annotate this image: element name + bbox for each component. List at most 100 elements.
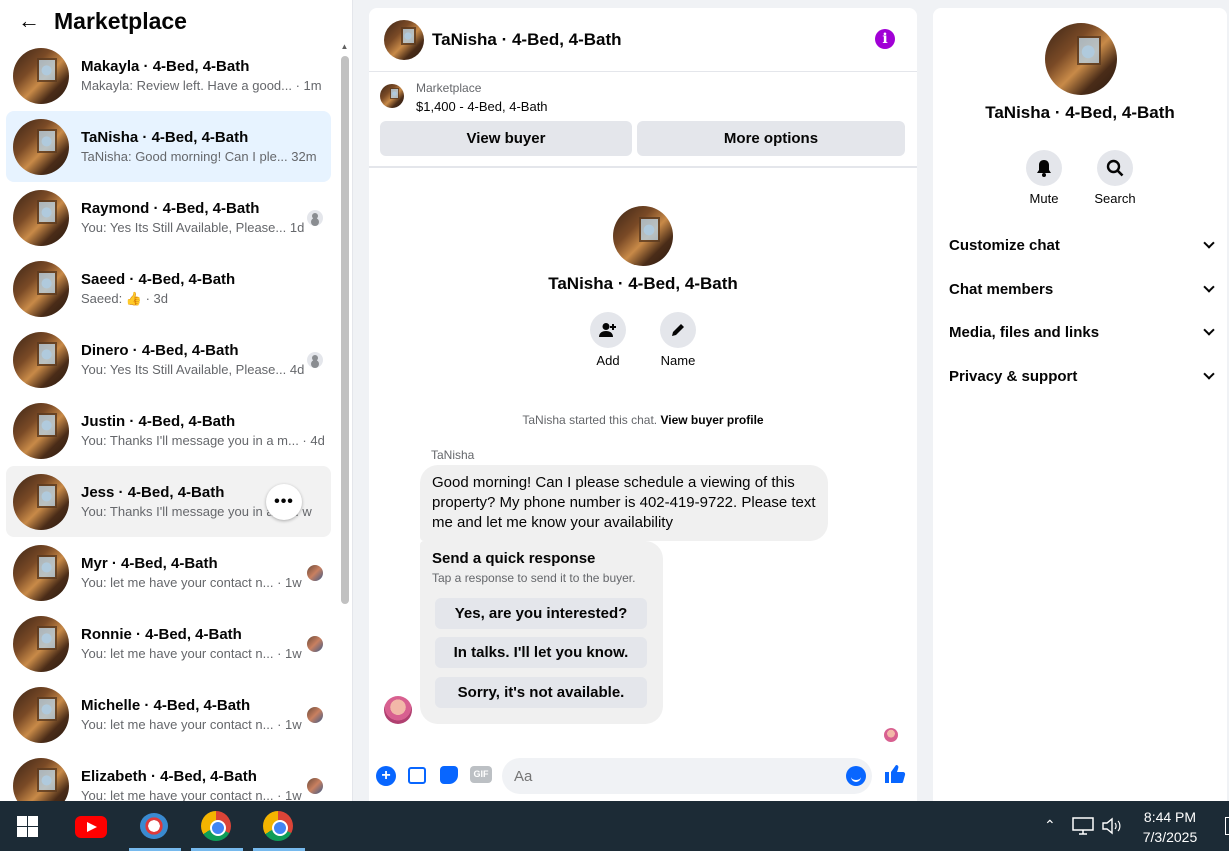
chevron-down-icon — [1203, 280, 1215, 293]
back-arrow-icon[interactable]: ← — [18, 10, 40, 32]
quick-response-button[interactable]: Sorry, it's not available. — [435, 677, 647, 708]
seen-person-icon — [307, 352, 323, 368]
message-bubble: Good morning! Can I please schedule a vi… — [420, 465, 828, 541]
seen-person-icon — [307, 210, 323, 226]
conversation-name: Makayla · 4-Bed, 4-Bath — [81, 58, 250, 75]
seen-avatar-icon — [307, 636, 323, 652]
search-label: Search — [1094, 191, 1136, 206]
messenger-app: ← Marketplace Makayla · 4-Bed, 4-Bath Mak… — [0, 0, 1229, 801]
notification-icon[interactable] — [1225, 817, 1229, 835]
message-input[interactable] — [502, 758, 872, 794]
mute-label: Mute — [1029, 191, 1059, 206]
chat-details-panel: TaNisha · 4-Bed, 4-Bath Mute Search Cust… — [933, 8, 1227, 801]
listing-price[interactable]: $1,400 - 4-Bed, 4-Bath — [416, 99, 548, 114]
conversation-preview: TaNisha: Good morning! Can I ple... 32m — [81, 149, 317, 164]
view-buyer-button[interactable]: View buyer — [380, 121, 632, 156]
conversation-preview: You: let me have your contact n... · 1w — [81, 646, 302, 661]
sender-avatar — [384, 696, 412, 724]
sticker-icon[interactable] — [440, 766, 458, 784]
view-buyer-profile-link[interactable]: View buyer profile — [660, 413, 763, 427]
conversation-sidebar: ← Marketplace Makayla · 4-Bed, 4-Bath Mak… — [0, 0, 353, 801]
more-options-button[interactable]: More options — [637, 121, 905, 156]
conversation-name: TaNisha · 4-Bed, 4-Bath — [81, 129, 249, 146]
conversation-item[interactable]: Makayla · 4-Bed, 4-Bath Makayla: Review l… — [6, 40, 331, 111]
quick-response-button[interactable]: In talks. I'll let you know. — [435, 637, 647, 668]
scrollbar-thumb[interactable] — [341, 56, 349, 604]
conversation-name: Raymond · 4-Bed, 4-Bath — [81, 200, 260, 217]
chrome-profile-icon[interactable] — [263, 811, 293, 841]
conversation-item-hovered[interactable]: Jess · 4-Bed, 4-Bath You: Thanks I'll mes… — [6, 466, 331, 537]
youtube-icon[interactable] — [75, 816, 107, 838]
conversation-item-active[interactable]: TaNisha · 4-Bed, 4-Bath TaNisha: Good mor… — [6, 111, 331, 182]
listing-thumbnail — [13, 473, 69, 530]
listing-thumbnail — [13, 47, 69, 104]
chat-window: TaNisha · 4-Bed, 4-Bath i Marketplace $1… — [369, 8, 917, 801]
media-files-links-row[interactable]: Media, files and links — [933, 311, 1227, 355]
details-sections: Customize chat Chat members Media, files… — [933, 224, 1227, 398]
customize-chat-row[interactable]: Customize chat — [933, 224, 1227, 268]
bell-icon[interactable] — [1026, 150, 1062, 186]
intro-avatar — [613, 206, 673, 266]
plus-icon[interactable]: + — [376, 766, 396, 786]
quick-response-button[interactable]: Yes, are you interested? — [435, 598, 647, 629]
quick-response-card: Send a quick response Tap a response to … — [420, 541, 663, 724]
conversation-item[interactable]: Ronnie · 4-Bed, 4-Bath You: let me have y… — [6, 608, 331, 679]
clock-date: 7/3/2025 — [1142, 829, 1198, 845]
started-text: TaNisha started this chat. — [522, 413, 658, 427]
search-action[interactable]: Search — [1085, 150, 1145, 206]
conversation-item[interactable]: Dinero · 4-Bed, 4-Bath You: Yes Its Still… — [6, 324, 331, 395]
conversation-item[interactable]: Justin · 4-Bed, 4-Bath You: Thanks I'll m… — [6, 395, 331, 466]
search-icon[interactable] — [1097, 150, 1133, 186]
snipping-tool-icon[interactable] — [140, 813, 168, 839]
conversation-name: Dinero · 4-Bed, 4-Bath — [81, 342, 239, 359]
conversation-item[interactable]: Saeed · 4-Bed, 4-Bath Saeed: 👍 · 3d — [6, 253, 331, 324]
image-icon[interactable] — [408, 767, 426, 784]
mute-action[interactable]: Mute — [1014, 150, 1074, 206]
add-action[interactable]: Add — [578, 312, 638, 368]
add-label: Add — [596, 353, 620, 368]
conversation-preview: You: let me have your contact n... · 1w — [81, 717, 302, 732]
conversation-preview: You: Thanks I'll message you in a m... ·… — [81, 433, 325, 448]
listing-thumbnail — [13, 757, 69, 801]
details-avatar — [1045, 23, 1117, 95]
windows-taskbar: ⌃ 8:44 PM 7/3/2025 — [0, 801, 1229, 851]
conversation-item[interactable]: Elizabeth · 4-Bed, 4-Bath You: let me hav… — [6, 750, 331, 801]
info-icon[interactable]: i — [875, 29, 895, 49]
listing-thumbnail — [13, 260, 69, 317]
windows-start-icon[interactable] — [17, 816, 38, 837]
thumbs-up-icon[interactable] — [884, 764, 906, 790]
chat-members-row[interactable]: Chat members — [933, 268, 1227, 312]
listing-thumbnail — [13, 402, 69, 459]
volume-icon[interactable] — [1101, 817, 1123, 838]
name-action[interactable]: Name — [648, 312, 708, 368]
row-label: Media, files and links — [949, 324, 1100, 341]
gif-icon[interactable]: GIF — [470, 766, 492, 783]
privacy-support-row[interactable]: Privacy & support — [933, 355, 1227, 399]
chevron-down-icon — [1203, 237, 1215, 249]
seen-avatar-icon — [307, 707, 323, 723]
listing-thumbnail — [13, 118, 69, 175]
network-icon[interactable] — [1072, 817, 1094, 838]
conversation-item[interactable]: Myr · 4-Bed, 4-Bath You: let me have your… — [6, 537, 331, 608]
more-options-icon[interactable]: ••• — [266, 484, 302, 520]
clock[interactable]: 8:44 PM 7/3/2025 — [1130, 807, 1210, 847]
sidebar-scrollbar[interactable]: ▲ — [340, 42, 349, 801]
scroll-up-icon[interactable]: ▲ — [340, 42, 349, 52]
chat-header: TaNisha · 4-Bed, 4-Bath i — [369, 8, 917, 72]
chrome-icon[interactable] — [201, 811, 231, 841]
chat-started-note: TaNisha started this chat. View buyer pr… — [369, 413, 917, 427]
chat-header-title[interactable]: TaNisha · 4-Bed, 4-Bath — [432, 30, 622, 50]
listing-thumbnail — [13, 544, 69, 601]
add-person-icon[interactable] — [590, 312, 626, 348]
chevron-up-icon[interactable]: ⌃ — [1044, 817, 1056, 834]
listing-source: Marketplace — [416, 81, 482, 95]
quick-response-subtitle: Tap a response to send it to the buyer. — [432, 571, 636, 585]
emoji-icon[interactable] — [846, 766, 866, 786]
pencil-icon[interactable] — [660, 312, 696, 348]
conversation-item[interactable]: Raymond · 4-Bed, 4-Bath You: Yes Its Stil… — [6, 182, 331, 253]
listing-thumbnail[interactable] — [380, 84, 404, 108]
conversation-item[interactable]: Michelle · 4-Bed, 4-Bath You: let me have… — [6, 679, 331, 750]
intro-name: TaNisha · 4-Bed, 4-Bath — [548, 274, 738, 293]
listing-thumbnail — [13, 331, 69, 388]
chat-header-avatar[interactable] — [384, 19, 424, 60]
